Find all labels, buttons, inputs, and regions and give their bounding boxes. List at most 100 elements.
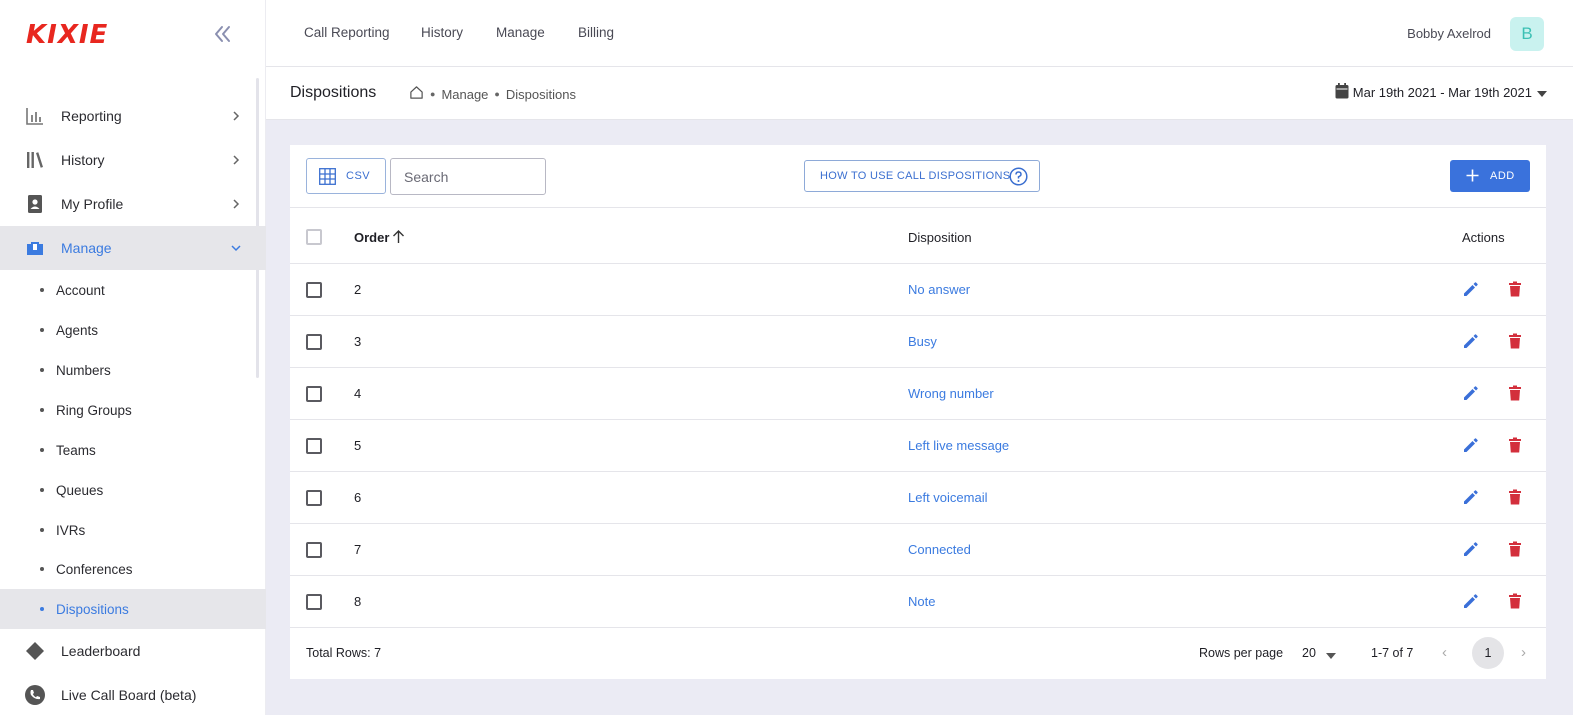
- collapse-sidebar-icon[interactable]: [210, 22, 234, 46]
- page-title: Dispositions: [290, 84, 377, 101]
- sidebar-subitem-label: Numbers: [56, 362, 111, 378]
- sidebar-subitem-numbers[interactable]: Numbers: [0, 350, 266, 390]
- sidebar-item-label: Reporting: [61, 108, 122, 124]
- table-row: 5 Left live message: [290, 420, 1546, 472]
- sidebar-item-my-profile[interactable]: My Profile: [0, 182, 266, 226]
- row-checkbox[interactable]: [306, 282, 322, 298]
- sidebar-item-label: My Profile: [61, 196, 124, 212]
- date-range-picker[interactable]: Mar 19th 2021 - Mar 19th 2021: [1335, 83, 1547, 102]
- table-row: 6 Left voicemail: [290, 472, 1546, 524]
- row-checkbox[interactable]: [306, 490, 322, 506]
- delete-trash-icon[interactable]: [1506, 436, 1524, 454]
- delete-trash-icon[interactable]: [1506, 280, 1524, 298]
- order-cell: 8: [354, 594, 362, 609]
- sidebar-item-manage[interactable]: Manage: [0, 226, 266, 270]
- disposition-link[interactable]: Busy: [908, 334, 937, 349]
- library-icon: [24, 149, 46, 171]
- bar-chart-icon: [24, 105, 46, 127]
- bullet-dot: [40, 488, 44, 492]
- sort-arrow-up-icon[interactable]: [392, 229, 405, 247]
- sidebar-subitem-label: Agents: [56, 322, 99, 338]
- sidebar-subitem-label: Teams: [56, 442, 96, 458]
- select-all-checkbox[interactable]: [306, 229, 322, 245]
- caret-down-icon[interactable]: [1326, 648, 1336, 662]
- sidebar-subitem-ring-groups[interactable]: Ring Groups: [0, 390, 266, 430]
- delete-trash-icon[interactable]: [1506, 540, 1524, 558]
- row-checkbox[interactable]: [306, 386, 322, 402]
- row-checkbox[interactable]: [306, 438, 322, 454]
- disposition-link[interactable]: Left voicemail: [908, 490, 987, 505]
- csv-export-button[interactable]: CSV: [306, 158, 386, 194]
- tab-history[interactable]: History: [421, 25, 463, 40]
- tab-manage[interactable]: Manage: [496, 25, 545, 40]
- page-number-button[interactable]: 1: [1472, 637, 1504, 669]
- add-disposition-button[interactable]: ADD: [1450, 160, 1530, 192]
- table-row: 2 No answer: [290, 264, 1546, 316]
- sidebar-subitem-account[interactable]: Account: [0, 270, 266, 310]
- chevron-right-icon: [229, 109, 243, 123]
- disposition-link[interactable]: Connected: [908, 542, 971, 557]
- edit-pencil-icon[interactable]: [1462, 592, 1480, 610]
- bullet-dot: [40, 567, 44, 571]
- edit-pencil-icon[interactable]: [1462, 384, 1480, 402]
- sidebar-subitem-agents[interactable]: Agents: [0, 310, 266, 350]
- table-footer: Total Rows: 7 Rows per page 20 1-7 of 7 …: [290, 627, 1546, 679]
- row-checkbox[interactable]: [306, 334, 322, 350]
- disposition-link[interactable]: No answer: [908, 282, 970, 297]
- bullet-dot: [40, 448, 44, 452]
- delete-trash-icon[interactable]: [1506, 592, 1524, 610]
- sidebar-item-label: Manage: [61, 240, 112, 256]
- prev-page-icon[interactable]: ‹: [1442, 644, 1447, 661]
- sidebar: KIXIE Reporting History My Profile Manag…: [0, 0, 266, 715]
- column-header-order[interactable]: Order: [354, 230, 389, 245]
- delete-trash-icon[interactable]: [1506, 384, 1524, 402]
- contact-card-icon: [24, 193, 46, 215]
- sidebar-subitem-queues[interactable]: Queues: [0, 470, 266, 510]
- sidebar-subitem-conferences[interactable]: Conferences: [0, 549, 266, 589]
- tab-billing[interactable]: Billing: [578, 25, 614, 40]
- user-name[interactable]: Bobby Axelrod: [1407, 26, 1491, 41]
- sidebar-item-history[interactable]: History: [0, 138, 266, 182]
- row-checkbox[interactable]: [306, 594, 322, 610]
- help-circle-icon: [1009, 167, 1028, 189]
- next-page-icon[interactable]: ›: [1521, 644, 1526, 661]
- how-to-use-dispositions-button[interactable]: HOW TO USE CALL DISPOSITIONS: [804, 160, 1040, 192]
- bullet-dot: [40, 607, 44, 611]
- tab-call-reporting[interactable]: Call Reporting: [304, 25, 390, 40]
- disposition-link[interactable]: Note: [908, 594, 935, 609]
- bullet-dot: [40, 288, 44, 292]
- edit-pencil-icon[interactable]: [1462, 332, 1480, 350]
- disposition-link[interactable]: Left live message: [908, 438, 1009, 453]
- rows-per-page-select[interactable]: 20: [1302, 646, 1316, 660]
- sidebar-item-reporting[interactable]: Reporting: [0, 94, 266, 138]
- sidebar-item-leaderboard[interactable]: Leaderboard: [0, 629, 266, 673]
- sidebar-subitem-label: Conferences: [56, 561, 133, 577]
- pagination-range: 1-7 of 7: [1371, 646, 1414, 660]
- search-input[interactable]: [390, 158, 546, 195]
- edit-pencil-icon[interactable]: [1462, 280, 1480, 298]
- kixie-logo[interactable]: KIXIE: [26, 20, 108, 50]
- row-checkbox[interactable]: [306, 542, 322, 558]
- edit-pencil-icon[interactable]: [1462, 436, 1480, 454]
- table-row: 4 Wrong number: [290, 368, 1546, 420]
- sidebar-subitem-teams[interactable]: Teams: [0, 430, 266, 470]
- delete-trash-icon[interactable]: [1506, 488, 1524, 506]
- edit-pencil-icon[interactable]: [1462, 540, 1480, 558]
- disposition-link[interactable]: Wrong number: [908, 386, 994, 401]
- sidebar-subitem-dispositions[interactable]: Dispositions: [0, 589, 266, 629]
- bullet-dot: [40, 328, 44, 332]
- breadcrumb-manage[interactable]: Manage: [441, 87, 488, 102]
- sidebar-subitem-ivrs[interactable]: IVRs: [0, 510, 266, 550]
- delete-trash-icon[interactable]: [1506, 332, 1524, 350]
- chevron-down-icon: [229, 241, 243, 255]
- phone-icon: [24, 684, 46, 706]
- column-header-disposition[interactable]: Disposition: [908, 230, 972, 245]
- total-rows: Total Rows: 7: [306, 646, 382, 660]
- sidebar-item-live-call-board[interactable]: Live Call Board (beta): [0, 673, 266, 715]
- edit-pencil-icon[interactable]: [1462, 488, 1480, 506]
- diamond-icon: [24, 640, 46, 662]
- dispositions-card: CSV HOW TO USE CALL DISPOSITIONS ADD Ord…: [290, 145, 1546, 679]
- avatar[interactable]: B: [1510, 17, 1544, 51]
- bullet-dot: [40, 528, 44, 532]
- home-icon[interactable]: [409, 85, 424, 103]
